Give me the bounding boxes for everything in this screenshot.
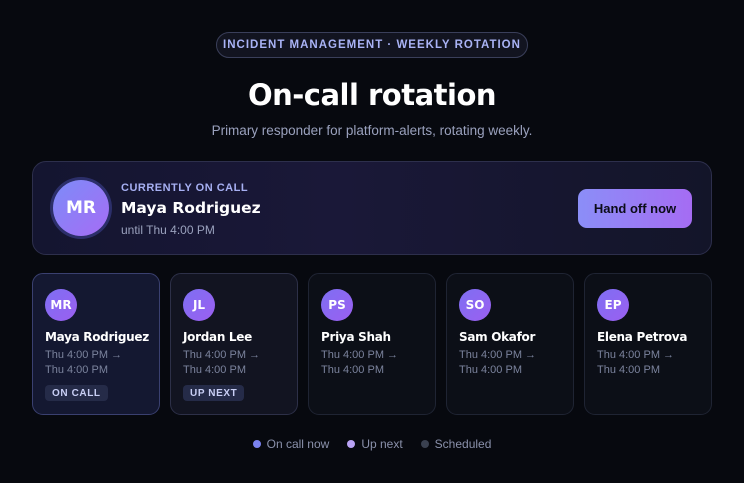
- rotation-member-name: Priya Shah: [321, 330, 391, 344]
- legend-item-on-call: On call now: [252, 437, 330, 451]
- page-title: On-call rotation: [247, 78, 497, 112]
- avatar: EP: [597, 289, 629, 321]
- scheduled-dot-icon: [420, 440, 429, 448]
- rotation-shift-start: Thu 4:00 PM →: [459, 349, 537, 361]
- status-badge: UP NEXT: [183, 385, 245, 401]
- rotation-card-jordan-lee: JL Jordan Lee Thu 4:00 PM → Thu 4:00 PM …: [170, 273, 298, 415]
- rotation-card-sam-okafor: SO Sam Okafor Thu 4:00 PM → Thu 4:00 PM: [446, 273, 574, 415]
- legend-label: Up next: [361, 437, 403, 451]
- legend-label: Scheduled: [434, 437, 492, 451]
- rotation-shift-start: Thu 4:00 PM →: [45, 349, 123, 361]
- rotation-member-name: Elena Petrova: [597, 330, 688, 344]
- avatar: PS: [321, 289, 353, 321]
- rotation-shift-end: Thu 4:00 PM: [183, 364, 246, 376]
- current-on-call-name: Maya Rodriguez: [121, 199, 261, 217]
- legend-item-up-next: Up next: [347, 437, 403, 451]
- rotation-shift-start: Thu 4:00 PM →: [183, 349, 261, 361]
- current-on-call-panel: MR CURRENTLY ON CALL Maya Rodriguez unti…: [32, 161, 712, 255]
- rotation-card-maya-rodriguez: MR Maya Rodriguez Thu 4:00 PM → Thu 4:00…: [32, 273, 160, 415]
- rotation-shift-start: Thu 4:00 PM →: [597, 349, 675, 361]
- avatar: MR: [45, 289, 77, 321]
- rotation-shift-end: Thu 4:00 PM: [459, 364, 522, 376]
- legend-item-scheduled: Scheduled: [420, 437, 492, 451]
- current-on-call-until: until Thu 4:00 PM: [121, 223, 215, 237]
- page-subtitle: Primary responder for platform-alerts, r…: [211, 123, 533, 138]
- up-next-dot-icon: [347, 440, 356, 448]
- avatar: SO: [459, 289, 491, 321]
- avatar: JL: [183, 289, 215, 321]
- rotation-member-name: Jordan Lee: [183, 330, 252, 344]
- rotation-shift-end: Thu 4:00 PM: [321, 364, 384, 376]
- rotation-card-priya-shah: PS Priya Shah Thu 4:00 PM → Thu 4:00 PM: [308, 273, 436, 415]
- rotation-member-name: Sam Okafor: [459, 330, 536, 344]
- legend-label: On call now: [266, 437, 330, 451]
- legend: On call now Up next Scheduled: [0, 437, 744, 451]
- status-badge: ON CALL: [45, 385, 108, 401]
- rotation-shift-start: Thu 4:00 PM →: [321, 349, 399, 361]
- rotation-shift-end: Thu 4:00 PM: [45, 364, 108, 376]
- rotation-card-elena-petrova: EP Elena Petrova Thu 4:00 PM → Thu 4:00 …: [584, 273, 712, 415]
- hand-off-button[interactable]: Hand off now: [578, 189, 692, 228]
- section-eyebrow: INCIDENT MANAGEMENT · WEEKLY ROTATION: [216, 32, 528, 58]
- rotation-shift-end: Thu 4:00 PM: [597, 364, 660, 376]
- current-on-call-label: CURRENTLY ON CALL: [121, 182, 249, 194]
- avatar: MR: [53, 180, 109, 236]
- on-call-dot-icon: [252, 440, 261, 448]
- rotation-member-name: Maya Rodriguez: [45, 330, 149, 344]
